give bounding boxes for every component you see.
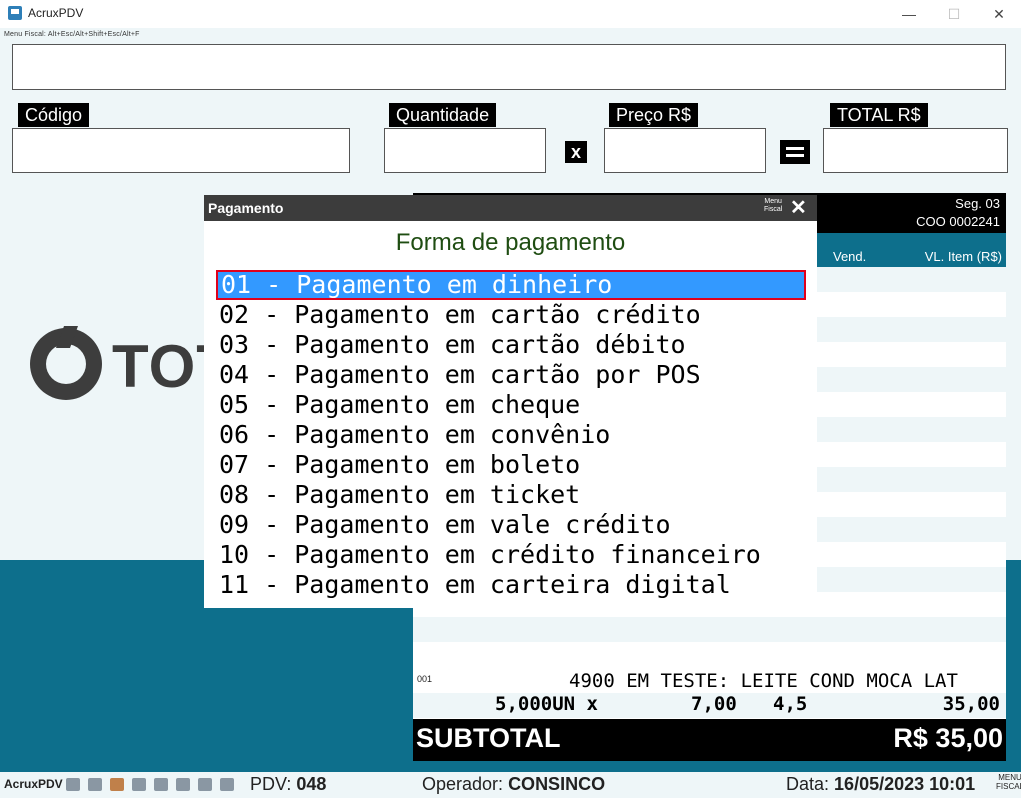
payment-option[interactable]: 11 - Pagamento em carteira digital bbox=[216, 570, 806, 600]
payment-option[interactable]: 08 - Pagamento em ticket bbox=[216, 480, 806, 510]
col-vend: Vend. bbox=[833, 249, 867, 264]
status-data: Data: 16/05/2023 10:01 bbox=[786, 774, 975, 795]
payment-option[interactable]: 02 - Pagamento em cartão crédito bbox=[216, 300, 806, 330]
network-icon[interactable] bbox=[66, 778, 80, 791]
preco-field[interactable] bbox=[604, 128, 766, 173]
app-icon bbox=[8, 6, 22, 20]
payment-options-list: 01 - Pagamento em dinheiro 02 - Pagament… bbox=[216, 270, 806, 600]
main-input[interactable] bbox=[12, 44, 1006, 90]
payment-heading: Forma de pagamento bbox=[395, 229, 626, 256]
payment-dialog-title: Pagamento bbox=[208, 200, 284, 216]
quantidade-field[interactable] bbox=[384, 128, 546, 173]
status-pdv: PDV: 048 bbox=[250, 774, 326, 795]
payment-option[interactable]: 04 - Pagamento em cartão por POS bbox=[216, 360, 806, 390]
status-icons bbox=[66, 777, 240, 793]
payment-option[interactable]: 09 - Pagamento em vale crédito bbox=[216, 510, 806, 540]
payment-option[interactable]: 01 - Pagamento em dinheiro bbox=[216, 270, 806, 300]
status-app-name: AcruxPDV bbox=[4, 777, 63, 791]
payment-option[interactable]: 05 - Pagamento em cheque bbox=[216, 390, 806, 420]
menu-fiscal-label-2: Fiscal bbox=[764, 206, 783, 213]
keyboard-icon[interactable] bbox=[154, 778, 168, 791]
payment-option[interactable]: 06 - Pagamento em convênio bbox=[216, 420, 806, 450]
monitor-icon[interactable] bbox=[88, 778, 102, 791]
menu-fiscal-hint: Menu Fiscal: Alt+Esc/Alt+Shift+Esc/Alt+F bbox=[4, 31, 140, 38]
receipt-seg: Seg. 03 bbox=[955, 196, 1000, 211]
item-total: 35,00 bbox=[942, 693, 1000, 715]
status-menu-fiscal-1: MENU bbox=[998, 773, 1021, 782]
multiply-icon: x bbox=[565, 141, 587, 163]
equals-icon bbox=[780, 140, 810, 164]
payment-option[interactable]: 10 - Pagamento em crédito financeiro bbox=[216, 540, 806, 570]
close-window-button[interactable]: ✕ bbox=[984, 4, 1014, 24]
item-unit-price: 7,00 bbox=[691, 693, 737, 715]
payment-dialog-titlebar: Pagamento Menu Fiscal ✕ bbox=[204, 195, 817, 221]
item-number: 001 bbox=[417, 674, 433, 684]
minimize-button[interactable]: — bbox=[894, 4, 924, 24]
codigo-field[interactable] bbox=[12, 128, 350, 173]
quantidade-label: Quantidade bbox=[389, 103, 497, 127]
total-label: TOTAL R$ bbox=[830, 103, 928, 127]
status-bar: AcruxPDV PDV: 048 Operador: CONSINCO Dat… bbox=[0, 772, 1021, 798]
window-title: AcruxPDV bbox=[28, 6, 84, 20]
close-dialog-icon[interactable]: ✕ bbox=[790, 196, 807, 220]
calculator-icon[interactable] bbox=[220, 778, 234, 791]
preco-label: Preço R$ bbox=[609, 103, 699, 127]
item-qty: 5,000UN x bbox=[495, 693, 598, 715]
subtotal-bar: SUBTOTAL R$ 35,00 bbox=[413, 719, 1006, 761]
pdv-value: 048 bbox=[296, 774, 327, 794]
totvs-logo-icon bbox=[30, 326, 102, 400]
item-vend: 4,5 bbox=[773, 693, 808, 715]
operador-label: Operador: bbox=[422, 774, 504, 794]
codigo-label: Código bbox=[18, 103, 90, 127]
status-menu-fiscal-button[interactable]: MENU FISCAL bbox=[996, 773, 1021, 791]
receipt-coo: COO 0002241 bbox=[916, 214, 1000, 229]
scale-icon[interactable] bbox=[198, 778, 212, 791]
menu-fiscal-button[interactable]: Menu Fiscal bbox=[764, 198, 782, 214]
payment-option[interactable]: 07 - Pagamento em boleto bbox=[216, 450, 806, 480]
item-description: 4900 EM TESTE: LEITE COND MOCA LAT bbox=[569, 670, 958, 692]
status-operador: Operador: CONSINCO bbox=[422, 774, 605, 795]
database-icon[interactable] bbox=[132, 778, 146, 791]
menu-fiscal-label-1: Menu bbox=[764, 198, 782, 205]
printer-icon[interactable] bbox=[110, 778, 124, 791]
shield-icon[interactable] bbox=[176, 778, 190, 791]
total-field[interactable] bbox=[823, 128, 1008, 173]
status-menu-fiscal-2: FISCAL bbox=[996, 782, 1021, 791]
subtotal-value: R$ 35,00 bbox=[893, 723, 1003, 753]
pdv-label: PDV: bbox=[250, 774, 292, 794]
window-titlebar: AcruxPDV — ☐ ✕ bbox=[0, 0, 1021, 28]
col-vl-item: VL. Item (R$) bbox=[924, 249, 1002, 264]
subtotal-label: SUBTOTAL bbox=[416, 723, 561, 753]
payment-dialog: Pagamento Menu Fiscal ✕ Forma de pagamen… bbox=[204, 195, 817, 608]
maximize-button[interactable]: ☐ bbox=[939, 4, 969, 24]
data-value: 16/05/2023 10:01 bbox=[834, 774, 976, 794]
payment-option[interactable]: 03 - Pagamento em cartão débito bbox=[216, 330, 806, 360]
data-label: Data: bbox=[786, 774, 830, 794]
operador-value: CONSINCO bbox=[508, 774, 606, 794]
